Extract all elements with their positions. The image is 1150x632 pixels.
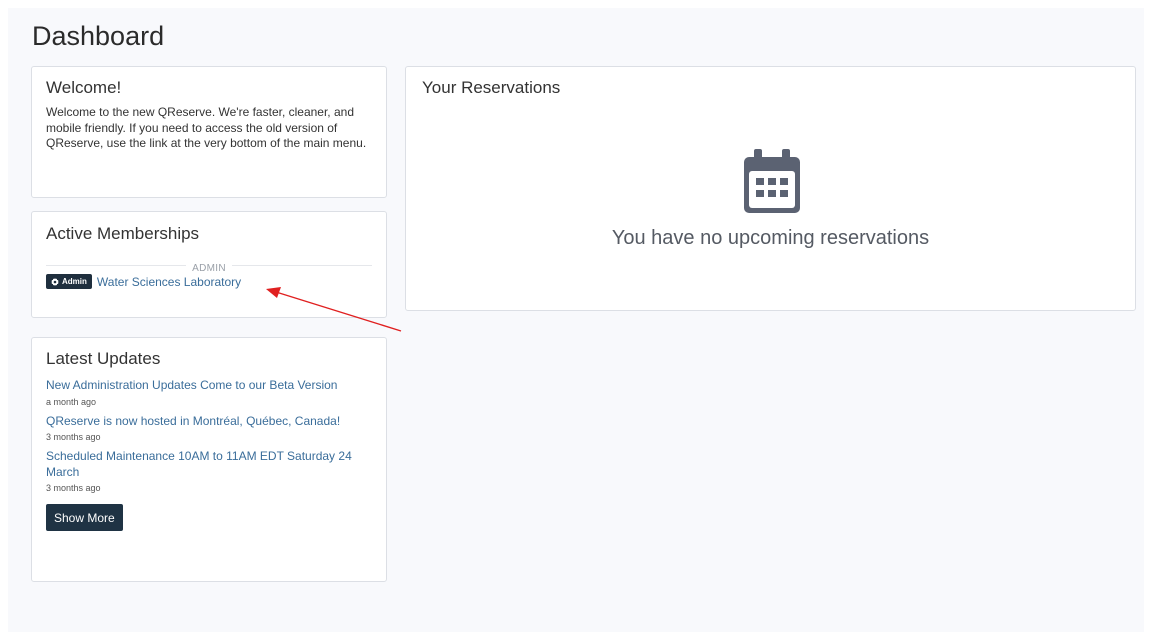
memberships-card: Active Memberships ADMIN Admin Water Sci… [31, 211, 387, 318]
update-time: 3 months ago [46, 483, 101, 493]
update-time: a month ago [46, 396, 97, 407]
admin-badge-label: Admin [62, 277, 87, 286]
calendar-icon [744, 149, 800, 213]
update-link[interactable]: QReserve is now hosted in Montréal, Québ… [46, 414, 372, 430]
reservations-title: Your Reservations [422, 78, 561, 97]
reservations-card: Your Reservations You have no upcoming r… [405, 66, 1136, 311]
welcome-card: Welcome! Welcome to the new QReserve. We… [31, 66, 387, 198]
update-item: Scheduled Maintenance 10AM to 11AM EDT S… [46, 449, 372, 495]
welcome-title: Welcome! [46, 78, 122, 97]
page-title: Dashboard [32, 21, 165, 51]
update-link[interactable]: Scheduled Maintenance 10AM to 11AM EDT S… [46, 449, 372, 480]
membership-item: Admin Water Sciences Laboratory [46, 274, 372, 289]
memberships-title: Active Memberships [46, 224, 200, 243]
updates-card: Latest Updates New Administration Update… [31, 337, 387, 582]
update-link[interactable]: New Administration Updates Come to our B… [46, 378, 372, 394]
membership-section-divider: ADMIN [46, 258, 372, 274]
membership-link-water-sciences[interactable]: Water Sciences Laboratory [97, 275, 241, 289]
admin-badge: Admin [46, 274, 92, 289]
show-more-button[interactable]: Show More [46, 504, 123, 531]
updates-title: Latest Updates [46, 349, 161, 368]
empty-reservations-message: You have no upcoming reservations [611, 227, 930, 249]
welcome-text: Welcome to the new QReserve. We're faste… [46, 105, 367, 150]
membership-section-label: ADMIN [186, 263, 232, 274]
update-time: 3 months ago [46, 432, 101, 442]
update-item: QReserve is now hosted in Montréal, Québ… [46, 414, 372, 445]
gear-icon [51, 277, 59, 286]
update-item: New Administration Updates Come to our B… [46, 378, 372, 409]
